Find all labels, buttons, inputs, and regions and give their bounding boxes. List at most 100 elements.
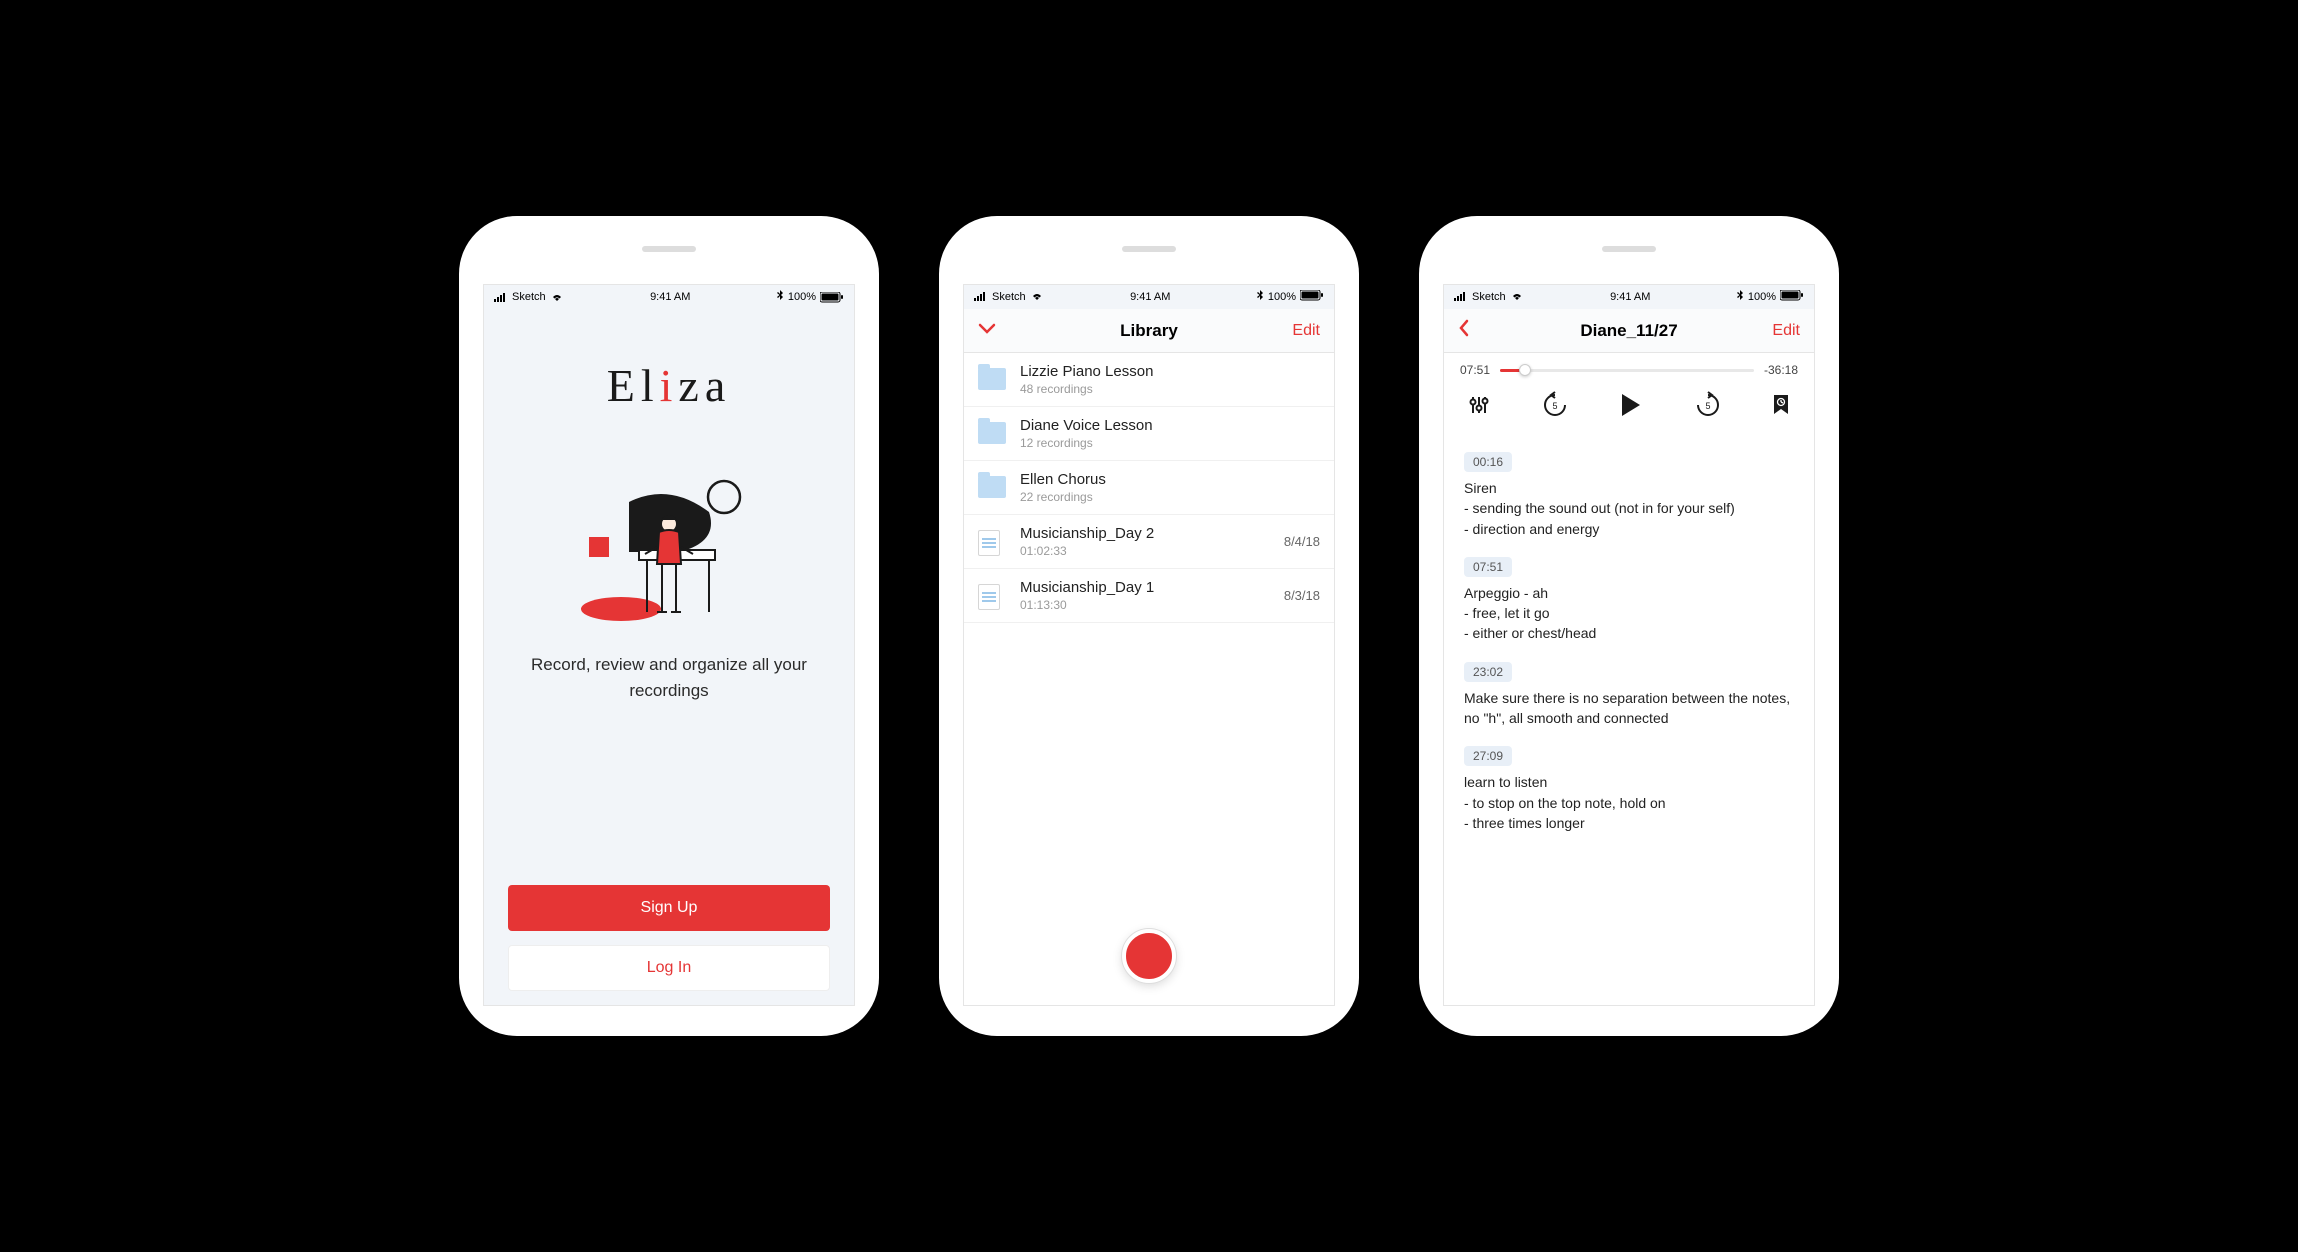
list-item[interactable]: Diane Voice Lesson 12 recordings [964, 407, 1334, 461]
list-item-body: Lizzie Piano Lesson48 recordings [1020, 363, 1306, 396]
screen-welcome: Sketch 9:41 AM 100% Eliza [483, 284, 855, 1006]
list-item-sub: 12 recordings [1020, 436, 1306, 450]
notes-list[interactable]: 00:16 Siren - sending the sound out (not … [1444, 438, 1814, 1005]
page-title: Diane_11/27 [1444, 321, 1814, 341]
battery-icon [1300, 290, 1324, 304]
battery-percent: 100% [1268, 291, 1296, 303]
timestamp-pill[interactable]: 00:16 [1464, 452, 1512, 472]
logo-dot: i [660, 360, 679, 411]
scrubber[interactable]: 07:51 -36:18 [1444, 353, 1814, 377]
bluetooth-icon [1257, 290, 1264, 304]
note[interactable]: 00:16 Siren - sending the sound out (not … [1464, 452, 1794, 539]
list-item-title: Lizzie Piano Lesson [1020, 363, 1306, 380]
list-item-date: 8/3/18 [1284, 588, 1320, 603]
note[interactable]: 07:51 Arpeggio - ah - free, let it go - e… [1464, 557, 1794, 644]
signal-icon [1454, 291, 1468, 304]
list-item-sub: 01:02:33 [1020, 544, 1270, 558]
signup-button[interactable]: Sign Up [508, 885, 830, 931]
chevron-left-icon [1461, 321, 1467, 335]
note-text: Siren - sending the sound out (not in fo… [1464, 478, 1794, 539]
phone-mockup-library: Sketch 9:41 AM 100% Library Edit Lizzie … [939, 216, 1359, 1036]
note[interactable]: 27:09 learn to listen - to stop on the to… [1464, 746, 1794, 833]
app-logo: Eliza [607, 359, 732, 412]
list-item[interactable]: Lizzie Piano Lesson48 recordings [964, 353, 1334, 407]
bluetooth-icon [777, 290, 784, 304]
login-button[interactable]: Log In [508, 945, 830, 991]
status-bar: Sketch 9:41 AM 100% [964, 285, 1334, 309]
folder-icon [978, 476, 1006, 500]
edit-button[interactable]: Edit [1292, 322, 1320, 340]
scrub-thumb[interactable] [1519, 364, 1531, 376]
list-item-title: Diane Voice Lesson [1020, 417, 1306, 434]
chevron-down-icon [980, 325, 994, 332]
bookmark-button[interactable] [1772, 394, 1790, 421]
phone-speaker [1122, 246, 1176, 252]
carrier-label: Sketch [512, 291, 546, 303]
wifi-icon [550, 292, 564, 302]
screen-recording-detail: Sketch 9:41 AM 100% Diane_11/27 Edit 07:… [1443, 284, 1815, 1006]
player-controls: 5 5 [1444, 377, 1814, 438]
signal-icon [494, 292, 508, 302]
phone-mockup-detail: Sketch 9:41 AM 100% Diane_11/27 Edit 07:… [1419, 216, 1839, 1036]
note-text: learn to listen - to stop on the top not… [1464, 772, 1794, 833]
status-bar: Sketch 9:41 AM 100% [484, 285, 854, 309]
list-item-body: Diane Voice Lesson 12 recordings [1020, 417, 1306, 450]
time-elapsed: 07:51 [1460, 363, 1490, 377]
logo-part: za [678, 360, 731, 411]
edit-button[interactable]: Edit [1772, 322, 1800, 340]
audio-file-icon [978, 530, 1006, 554]
rewind-5-button[interactable]: 5 [1541, 391, 1569, 424]
timestamp-pill[interactable]: 07:51 [1464, 557, 1512, 577]
record-button[interactable] [1122, 929, 1176, 983]
timestamp-pill[interactable]: 27:09 [1464, 746, 1512, 766]
battery-percent: 100% [1748, 291, 1776, 303]
list-item-title: Ellen Chorus [1020, 471, 1306, 488]
collapse-button[interactable] [978, 322, 996, 340]
list-item[interactable]: Musicianship_Day 2 01:02:33 8/4/18 [964, 515, 1334, 569]
battery-icon [820, 292, 844, 303]
time-remaining: -36:18 [1764, 363, 1798, 377]
list-item-sub: 22 recordings [1020, 490, 1306, 504]
list-item[interactable]: Musicianship_Day 1 01:13:30 8/3/18 [964, 569, 1334, 623]
battery-icon [1780, 290, 1804, 304]
note[interactable]: 23:02 Make sure there is no separation be… [1464, 662, 1794, 729]
folder-icon [978, 422, 1006, 446]
phone-mockup-welcome: Sketch 9:41 AM 100% Eliza [459, 216, 879, 1036]
note-text: Arpeggio - ah - free, let it go - either… [1464, 583, 1794, 644]
audio-file-icon [978, 584, 1006, 608]
list-item-sub: 01:13:30 [1020, 598, 1270, 612]
status-time: 9:41 AM [1610, 291, 1650, 303]
back-button[interactable] [1458, 319, 1470, 342]
hero-illustration [569, 452, 769, 622]
tagline: Record, review and organize all your rec… [508, 652, 830, 703]
battery-percent: 100% [788, 291, 816, 303]
list-item-body: Musicianship_Day 2 01:02:33 [1020, 525, 1270, 558]
page-title: Library [964, 321, 1334, 341]
settings-button[interactable] [1468, 394, 1490, 421]
nav-bar: Diane_11/27 Edit [1444, 309, 1814, 353]
svg-text:5: 5 [1552, 401, 1557, 411]
signal-icon [974, 291, 988, 304]
forward-5-button[interactable]: 5 [1694, 391, 1722, 424]
status-time: 9:41 AM [1130, 291, 1170, 303]
status-bar: Sketch 9:41 AM 100% [1444, 285, 1814, 309]
logo-part: El [607, 360, 660, 411]
carrier-label: Sketch [1472, 291, 1506, 303]
wifi-icon [1510, 291, 1524, 304]
status-time: 9:41 AM [650, 291, 690, 303]
folder-icon [978, 368, 1006, 392]
list-item-title: Musicianship_Day 2 [1020, 525, 1270, 542]
list-item[interactable]: Ellen Chorus 22 recordings [964, 461, 1334, 515]
list-item-body: Ellen Chorus 22 recordings [1020, 471, 1306, 504]
scrub-track[interactable] [1500, 369, 1754, 372]
list-item-date: 8/4/18 [1284, 534, 1320, 549]
list-item-title: Musicianship_Day 1 [1020, 579, 1270, 596]
play-button[interactable] [1619, 392, 1643, 423]
library-list[interactable]: Lizzie Piano Lesson48 recordings Diane Vo… [964, 353, 1334, 1005]
screen-library: Sketch 9:41 AM 100% Library Edit Lizzie … [963, 284, 1335, 1006]
wifi-icon [1030, 291, 1044, 304]
timestamp-pill[interactable]: 23:02 [1464, 662, 1512, 682]
note-text: Make sure there is no separation between… [1464, 688, 1794, 729]
phone-speaker [642, 246, 696, 252]
svg-text:5: 5 [1705, 401, 1710, 411]
